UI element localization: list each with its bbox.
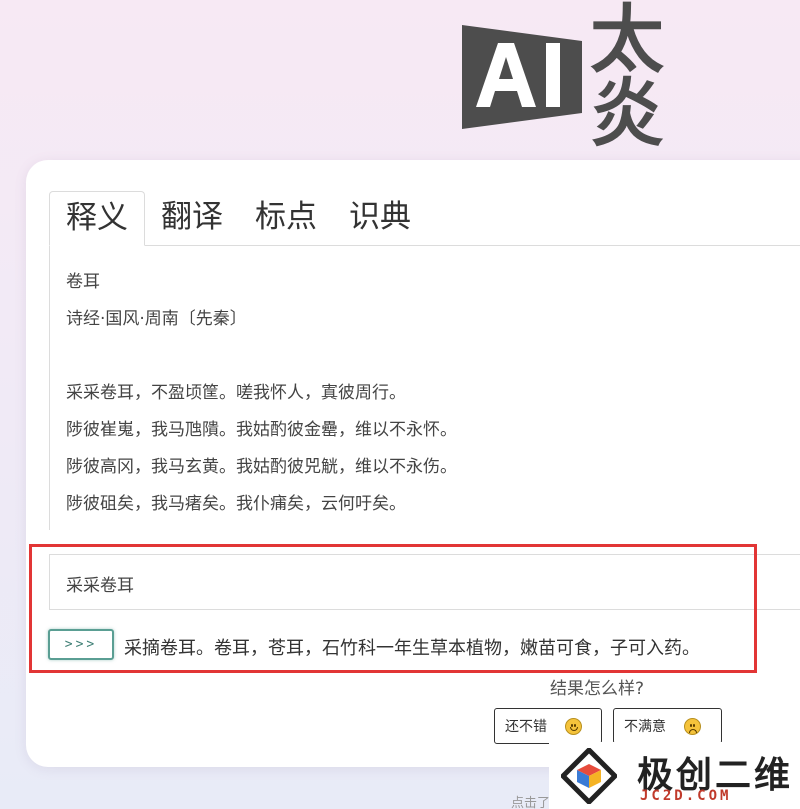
- tab-translate[interactable]: 翻译: [145, 191, 239, 245]
- poem-line: 陟彼崔嵬，我马虺隤。我姑酌彼金罍，维以不永怀。: [66, 420, 457, 440]
- poem-title: 卷耳: [66, 272, 100, 292]
- feedback-good-button[interactable]: 还不错: [494, 708, 602, 744]
- footer-hint: 点击了: [511, 796, 551, 809]
- poem-text-area[interactable]: 卷耳 诗经·国风·周南〔先秦〕 采采卷耳，不盈顷筐。嗟我怀人，寘彼周行。 陟彼崔…: [49, 246, 800, 530]
- watermark-logo-icon: [561, 748, 617, 804]
- feedback-question: 结果怎么样?: [550, 679, 645, 699]
- main-card: 释义 翻译 标点 识典 卷耳 诗经·国风·周南〔先秦〕 采采卷耳，不盈顷筐。嗟我…: [26, 160, 800, 767]
- feedback-good-label: 还不错: [505, 718, 547, 734]
- smile-icon: [565, 717, 582, 735]
- poem-line: 陟彼砠矣，我马瘏矣。我仆痡矣，云何吁矣。: [66, 494, 406, 514]
- tab-classics[interactable]: 识典: [333, 191, 427, 245]
- poem-line: 陟彼高冈，我马玄黄。我姑酌彼兕觥，维以不永伤。: [66, 457, 457, 477]
- tab-definition[interactable]: 释义: [49, 191, 145, 246]
- sad-icon: [684, 717, 701, 735]
- watermark: 极创二维 JC2D.COM: [549, 742, 800, 809]
- submit-button[interactable]: >>>: [48, 629, 114, 660]
- feedback-bad-button[interactable]: 不满意: [613, 708, 722, 744]
- logo-ai-mark: [462, 25, 582, 129]
- watermark-sub: JC2D.COM: [640, 788, 732, 804]
- poem-line: 采采卷耳，不盈顷筐。嗟我怀人，寘彼周行。: [66, 383, 406, 403]
- tab-bar: 释义 翻译 标点 识典: [49, 191, 800, 246]
- app-logo: 太炎: [462, 3, 762, 151]
- logo-text: 太炎: [590, 0, 678, 157]
- poem-author: 诗经·国风·周南〔先秦〕: [66, 309, 247, 329]
- result-text: 采摘卷耳。卷耳，苍耳，石竹科一年生草本植物，嫩苗可食，子可入药。: [124, 638, 700, 659]
- feedback-bad-label: 不满意: [624, 718, 666, 734]
- query-input[interactable]: 采采卷耳: [49, 554, 800, 610]
- tab-punctuate[interactable]: 标点: [239, 191, 333, 245]
